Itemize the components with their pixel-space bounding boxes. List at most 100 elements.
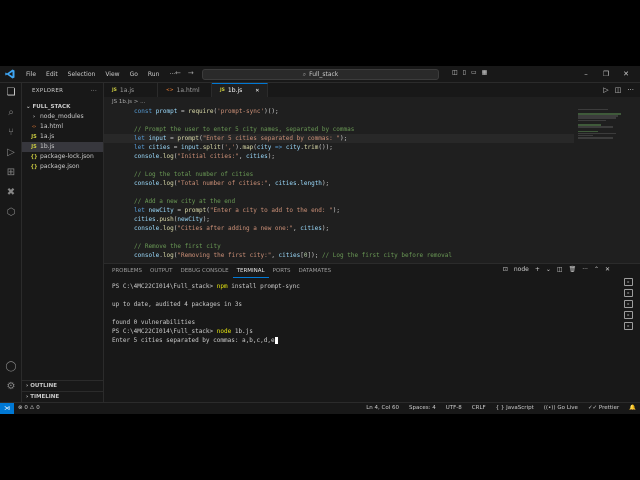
js-file-icon: JS [112, 87, 117, 93]
code-line: console.log("Total number of cities:", c… [134, 180, 330, 187]
go-live-button[interactable]: ((•)) Go Live [544, 403, 578, 414]
code-editor[interactable]: const prompt = require('prompt-sync')();… [104, 107, 574, 260]
outline-section[interactable]: › OUTLINE [22, 380, 104, 391]
menu-view[interactable]: View [100, 66, 124, 83]
tree-item-1a-js[interactable]: JS 1a.js [22, 132, 103, 142]
minimap[interactable] [578, 108, 628, 148]
explorer-files-icon[interactable]: ❏ [5, 87, 17, 99]
menu-go[interactable]: Go [125, 66, 143, 83]
new-terminal-icon[interactable]: + [535, 266, 540, 273]
maximize-panel-icon[interactable]: ⌃ [594, 266, 599, 273]
tab-1a-js[interactable]: JS 1a.js [104, 83, 158, 97]
language-mode[interactable]: { } JavaScript [496, 403, 534, 414]
forward-arrow-icon[interactable]: → [188, 69, 194, 77]
terminal-instance-icon[interactable]: ▸ [624, 300, 633, 308]
tab-datamates[interactable]: DATAMATES [295, 264, 336, 278]
js-file-icon: JS [31, 134, 37, 140]
tab-output[interactable]: OUTPUT [146, 264, 176, 278]
terminal-icon: ⊡ [502, 266, 508, 273]
code-line: // Log the total number of cities [134, 171, 254, 178]
tab-problems[interactable]: PROBLEMS [108, 264, 146, 278]
workspace-folder[interactable]: ⌄ FULL_STACK [22, 94, 103, 110]
tree-item-1a-html[interactable]: ‹› 1a.html [22, 122, 103, 132]
account-icon[interactable]: ◯ [5, 361, 17, 373]
minimize-icon[interactable]: – [576, 66, 596, 83]
tree-item-node-modules[interactable]: › node_modules [22, 112, 103, 122]
problems-status[interactable]: ⊗ 0 ⚠ 0 [18, 403, 40, 414]
prettier-status[interactable]: ✓✓ Prettier [588, 403, 619, 414]
search-icon[interactable]: ⌕ [5, 107, 17, 119]
chevron-right-icon: › [26, 383, 29, 389]
terminal-output[interactable]: PS C:\4MC22CI014\Full_stack> npm install… [112, 282, 612, 345]
menu-selection[interactable]: Selection [63, 66, 101, 83]
explorer-more-icon[interactable]: ··· [91, 88, 97, 94]
code-line-current: let input = prompt("Enter 5 cities separ… [104, 134, 574, 143]
terminal-cursor [274, 337, 278, 344]
explorer-title: EXPLORER ··· [32, 88, 97, 94]
terminal-line: PS C:\4MC22CI014\Full_stack> npm install… [112, 283, 300, 290]
terminal-instance-icon[interactable]: ▸ [624, 289, 633, 297]
tab-1b-js[interactable]: JS 1b.js ✕ [212, 83, 269, 97]
indentation[interactable]: Spaces: 4 [409, 403, 436, 414]
html-file-icon: ‹› [31, 124, 37, 130]
editor-tabs: JS 1a.js <> 1a.html JS 1b.js ✕ ▷ ◫ ··· [104, 83, 640, 97]
source-control-icon[interactable]: ⑂ [5, 127, 17, 139]
shell-name[interactable]: node [514, 266, 529, 273]
terminal-instance-icon[interactable]: ▸ [624, 278, 633, 286]
tree-item-package-json[interactable]: {} package.json [22, 162, 103, 172]
workspace-name: Full_stack [309, 71, 339, 78]
cursor-position[interactable]: Ln 4, Col 60 [366, 403, 399, 414]
more-actions-icon[interactable]: ··· [582, 266, 588, 273]
terminal-line: PS C:\4MC22CI014\Full_stack> node 1b.js [112, 328, 253, 335]
customize-layout-icon[interactable]: ▦ [482, 69, 488, 76]
code-line: // Remove the first city [134, 243, 221, 250]
tab-ports[interactable]: PORTS [269, 264, 295, 278]
code-line: let newCity = prompt("Enter a city to ad… [134, 207, 340, 214]
menu-file[interactable]: File [21, 66, 41, 83]
timeline-section[interactable]: › TIMELINE [22, 391, 104, 402]
run-debug-icon[interactable]: ▷ [5, 147, 17, 159]
split-editor-icon[interactable]: ◫ [615, 86, 622, 94]
command-center-search[interactable]: ⌕ Full_stack [202, 69, 439, 80]
more-actions-icon[interactable]: ··· [627, 86, 634, 94]
tree-item-package-lock-json[interactable]: {} package-lock.json [22, 152, 103, 162]
chevron-down-icon[interactable]: ⌄ [546, 266, 551, 273]
kill-terminal-icon[interactable]: 🗑 [569, 266, 577, 273]
terminal-instance-icon[interactable]: ▸ [624, 322, 633, 330]
toggle-sidebar-icon[interactable]: ▯ [463, 69, 466, 76]
testing-icon[interactable]: ⬡ [5, 207, 17, 219]
remote-explorer-icon[interactable]: ✖ [5, 187, 17, 199]
extensions-icon[interactable]: ⊞ [5, 167, 17, 179]
html-file-icon: <> [166, 87, 174, 93]
close-icon[interactable]: ✕ [616, 66, 636, 83]
tree-item-1b-js[interactable]: JS 1b.js [22, 142, 103, 152]
json-file-icon: {} [30, 164, 38, 170]
terminal-list: ▸ ▸ ▸ ▸ ▸ [624, 278, 636, 333]
breadcrumb[interactable]: JS 1b.js > ... [104, 97, 640, 107]
tab-debug-console[interactable]: DEBUG CONSOLE [176, 264, 232, 278]
settings-gear-icon[interactable]: ⚙ [5, 381, 17, 393]
menu-bar: File Edit Selection View Go Run ··· [21, 66, 180, 83]
tab-terminal[interactable]: TERMINAL [232, 264, 269, 278]
toggle-panel-icon[interactable]: ▭ [471, 69, 477, 76]
close-tab-icon[interactable]: ✕ [255, 88, 259, 94]
warning-icon: ⚠ [29, 405, 35, 411]
close-panel-icon[interactable]: ✕ [605, 266, 610, 273]
chevron-right-icon: › [26, 394, 29, 400]
run-code-icon[interactable]: ▷ [603, 86, 608, 94]
remote-indicator-icon[interactable]: ⋊ [0, 403, 14, 414]
terminal-instance-icon[interactable]: ▸ [624, 311, 633, 319]
split-terminal-icon[interactable]: ◫ [557, 266, 563, 273]
menu-edit[interactable]: Edit [41, 66, 63, 83]
back-arrow-icon[interactable]: ← [175, 69, 181, 77]
notifications-bell-icon[interactable]: 🔔 [629, 403, 636, 414]
tab-1a-html[interactable]: <> 1a.html [158, 83, 212, 97]
copilot-icon[interactable]: ◫ [452, 69, 458, 76]
maximize-icon[interactable]: ❐ [596, 66, 616, 83]
encoding[interactable]: UTF-8 [446, 403, 462, 414]
menu-run[interactable]: Run [143, 66, 165, 83]
end-of-line[interactable]: CRLF [472, 403, 486, 414]
